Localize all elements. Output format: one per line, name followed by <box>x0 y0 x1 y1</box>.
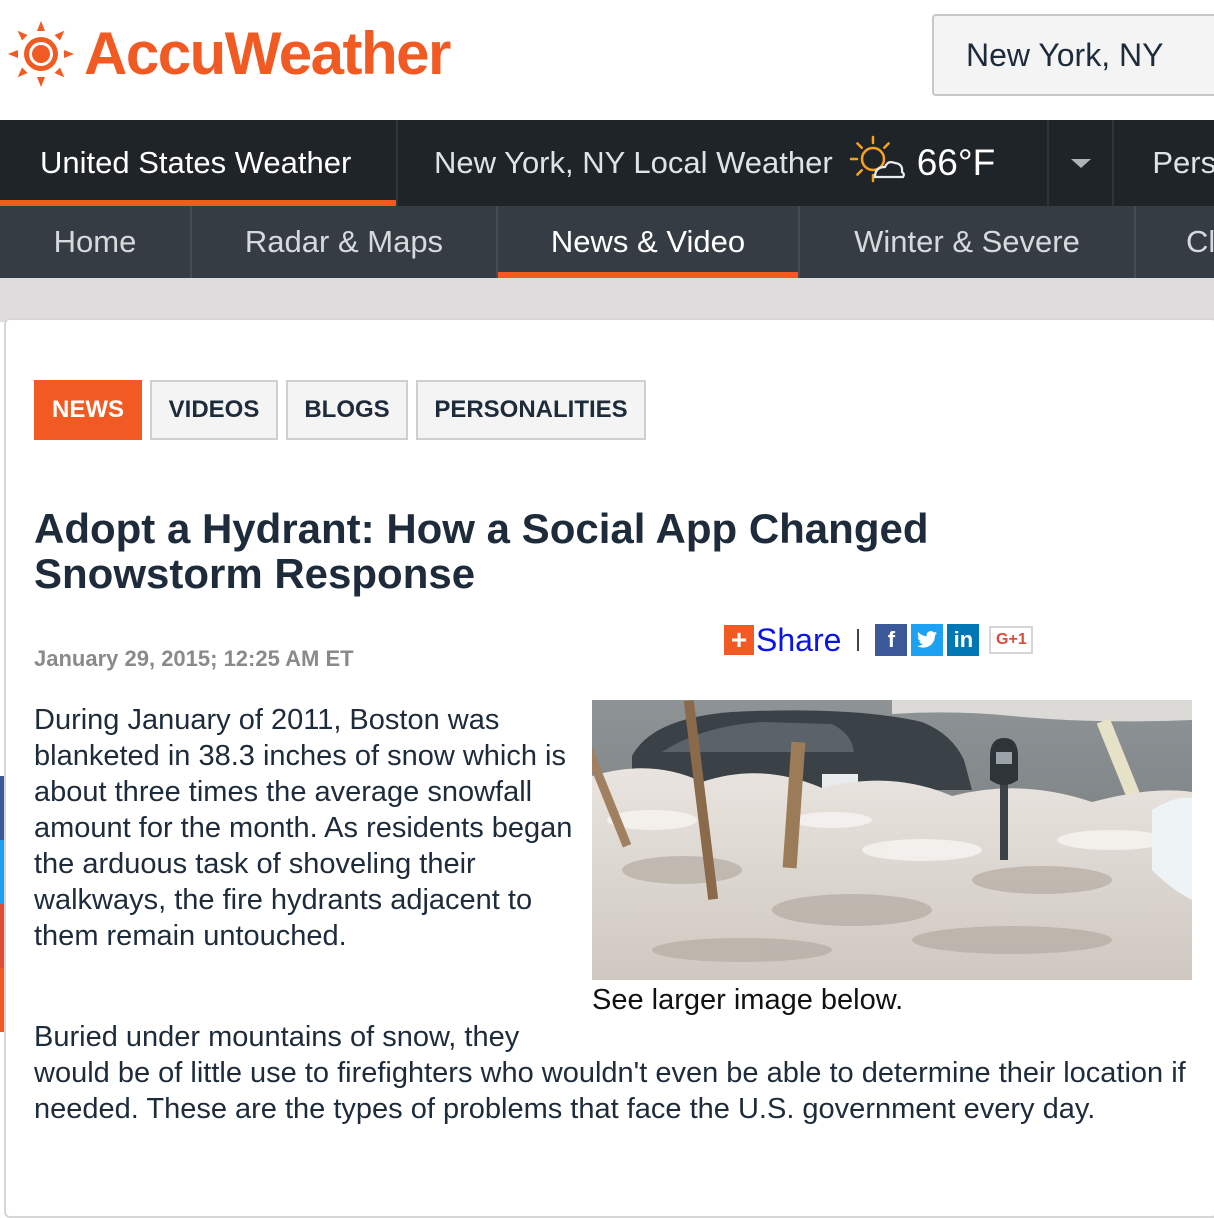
nav-radar-maps[interactable]: Radar & Maps <box>192 206 498 278</box>
primary-nav: United States Weather New York, NY Local… <box>0 120 1214 206</box>
share-divider <box>857 629 860 651</box>
nav-winter-severe-label: Winter & Severe <box>854 224 1080 259</box>
share-bar: + Share f in G+1 <box>724 620 1037 660</box>
news-tabs: NEWS VIDEOS BLOGS PERSONALITIES <box>34 380 654 440</box>
tab-videos[interactable]: VIDEOS <box>150 380 278 440</box>
nav-winter-severe[interactable]: Winter & Severe <box>800 206 1136 278</box>
nav-climate-label: Cl <box>1186 224 1214 259</box>
twitter-bird-glyph <box>917 631 938 648</box>
nav-personal-label: Pers <box>1152 145 1214 180</box>
tab-personalities[interactable]: PERSONALITIES <box>416 380 646 440</box>
nav-radar-maps-label: Radar & Maps <box>244 224 444 259</box>
google-plus-icon[interactable]: G+1 <box>989 626 1034 654</box>
nav-home[interactable]: Home <box>0 206 192 278</box>
article-paragraph-2: Buried under mountains of snow, they woul… <box>34 1019 1194 1127</box>
article-title: Adopt a Hydrant: How a Social App Change… <box>34 505 929 597</box>
chevron-down-icon <box>1070 159 1091 168</box>
current-temperature: 66°F <box>916 142 996 183</box>
nav-home-label: Home <box>53 224 137 259</box>
facebook-icon[interactable]: f <box>875 624 908 656</box>
location-search-input[interactable]: New York, NY <box>932 14 1214 96</box>
nav-local-weather-label: New York, NY Local Weather <box>434 145 833 180</box>
secondary-nav: Home Radar & Maps News & Video Winter & … <box>0 206 1214 278</box>
nav-news-video-label: News & Video <box>550 224 746 259</box>
location-dropdown-button[interactable] <box>1049 120 1115 206</box>
side-share-twitter[interactable] <box>0 840 4 904</box>
share-plus-icon[interactable]: + <box>724 625 754 655</box>
site-header: AccuWeather New York, NY <box>0 0 1214 120</box>
accuweather-logo[interactable]: AccuWeather <box>6 16 451 92</box>
snow-buried-hydrant-photo[interactable] <box>592 700 1192 980</box>
partly-cloudy-icon <box>849 135 905 183</box>
image-caption: See larger image below. <box>592 984 904 1016</box>
linkedin-icon[interactable]: in <box>947 624 980 656</box>
nav-personal[interactable]: Pers <box>1114 120 1214 206</box>
twitter-icon[interactable] <box>911 624 944 656</box>
article-paragraph-2-part-2: would be of little use to firefighters w… <box>34 1057 1186 1125</box>
nav-us-weather[interactable]: United States Weather <box>0 120 399 206</box>
article-paragraph-2-part-1: Buried under mountains of snow, they <box>34 1021 520 1053</box>
article-date: January 29, 2015; 12:25 AM ET <box>34 646 354 671</box>
side-share-google[interactable] <box>0 904 4 968</box>
tab-news[interactable]: NEWS <box>34 380 142 440</box>
share-link[interactable]: Share <box>756 622 841 659</box>
content-background-band <box>0 278 1214 322</box>
side-share-facebook[interactable] <box>0 776 4 840</box>
tab-blogs[interactable]: BLOGS <box>286 380 408 440</box>
side-share-more[interactable] <box>0 968 4 1032</box>
nav-climate[interactable]: Cl <box>1136 206 1214 278</box>
nav-us-weather-label: United States Weather <box>40 145 352 180</box>
article-paragraph-1: During January of 2011, Boston was blank… <box>34 704 573 952</box>
brand-name: AccuWeather <box>84 20 451 87</box>
nav-news-video[interactable]: News & Video <box>498 206 800 278</box>
nav-local-weather[interactable]: New York, NY Local Weather 66°F <box>398 120 1049 206</box>
sun-logo-icon <box>8 21 74 87</box>
